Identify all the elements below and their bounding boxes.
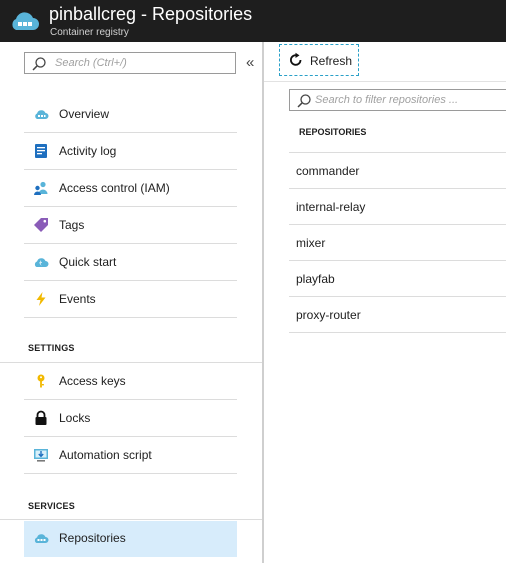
- sidebar-item-access-control[interactable]: Access control (IAM): [24, 171, 237, 207]
- users-icon: [34, 181, 48, 195]
- cloud-icon: [34, 258, 49, 267]
- cloud-icon: [34, 534, 49, 543]
- repository-name: mixer: [296, 236, 326, 250]
- table-row[interactable]: commander: [289, 153, 506, 189]
- sidebar-item-automation-script[interactable]: Automation script: [24, 438, 237, 474]
- divider: [0, 362, 262, 363]
- sidebar-item-label: Locks: [59, 411, 91, 425]
- log-icon: [35, 144, 47, 158]
- section-label-settings: SETTINGS: [28, 343, 75, 353]
- sidebar-item-label: Events: [59, 292, 96, 306]
- repositories-blade: Refresh Search to filter repositories ..…: [264, 42, 506, 563]
- repository-name: proxy-router: [296, 308, 361, 322]
- sidebar-item-quick-start[interactable]: Quick start: [24, 245, 237, 281]
- refresh-button[interactable]: Refresh: [279, 44, 359, 76]
- sidebar-item-label: Access keys: [59, 374, 126, 388]
- menu-search-placeholder: Search (Ctrl+/): [55, 57, 127, 69]
- cloud-icon: [35, 110, 49, 119]
- lightning-icon: [36, 292, 46, 306]
- sidebar-item-events[interactable]: Events: [24, 282, 237, 318]
- sidebar-item-locks[interactable]: Locks: [24, 401, 237, 437]
- sidebar-item-repositories[interactable]: Repositories: [24, 521, 237, 557]
- lock-icon: [35, 410, 47, 425]
- divider: [0, 519, 262, 520]
- sidebar-item-label: Overview: [59, 107, 110, 121]
- table-row[interactable]: proxy-router: [289, 297, 506, 333]
- key-icon: [37, 374, 45, 388]
- search-icon: [32, 57, 46, 71]
- sidebar-item-overview[interactable]: Overview: [24, 97, 237, 133]
- page-subtitle: Container registry: [50, 27, 129, 38]
- sidebar-item-access-keys[interactable]: Access keys: [24, 364, 237, 400]
- sidebar-item-tags[interactable]: Tags: [24, 208, 237, 244]
- section-label-services: SERVICES: [28, 501, 75, 511]
- download-icon: [34, 449, 48, 462]
- sidebar-item-label: Automation script: [59, 448, 152, 462]
- menu-search-input[interactable]: Search (Ctrl+/): [24, 52, 236, 74]
- repositories-column-header[interactable]: REPOSITORIES: [299, 127, 366, 137]
- table-row[interactable]: playfab: [289, 261, 506, 297]
- repository-filter-input[interactable]: Search to filter repositories ...: [289, 89, 506, 111]
- sidebar-item-label: Repositories: [59, 531, 126, 545]
- sidebar-item-activity-log[interactable]: Activity log: [24, 134, 237, 170]
- tag-icon: [34, 218, 48, 232]
- refresh-label: Refresh: [310, 54, 353, 68]
- sidebar-item-label: Quick start: [59, 255, 117, 269]
- repository-name: commander: [296, 164, 360, 178]
- title-bar: pinballcreg - Repositories Container reg…: [0, 0, 506, 42]
- container-registry-cloud-icon: [12, 12, 40, 30]
- filter-placeholder: Search to filter repositories ...: [315, 94, 459, 106]
- table-row[interactable]: mixer: [289, 225, 506, 261]
- search-icon: [297, 94, 311, 108]
- refresh-icon: [290, 52, 302, 66]
- sidebar-item-label: Activity log: [59, 144, 117, 158]
- repository-name: playfab: [296, 272, 335, 286]
- repository-name: internal-relay: [296, 200, 366, 214]
- collapse-menu-button[interactable]: «: [246, 52, 254, 74]
- resource-menu: Search (Ctrl+/) « Overview Activity log …: [0, 42, 262, 563]
- page-title: pinballcreg - Repositories: [49, 4, 253, 24]
- sidebar-item-label: Tags: [59, 218, 85, 232]
- toolbar-divider: [264, 81, 506, 82]
- table-row[interactable]: internal-relay: [289, 189, 506, 225]
- sidebar-item-label: Access control (IAM): [59, 181, 170, 195]
